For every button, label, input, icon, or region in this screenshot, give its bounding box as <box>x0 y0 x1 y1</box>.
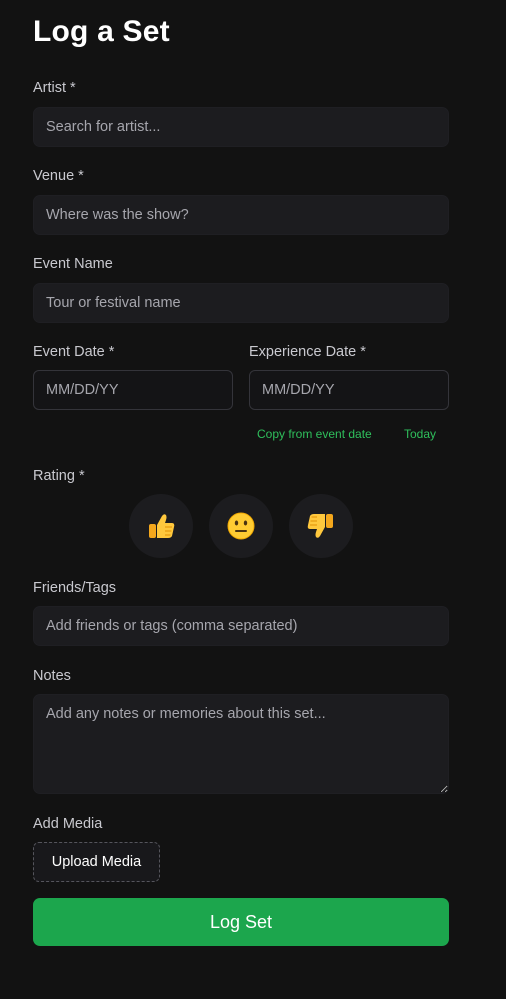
friends-tags-label: Friends/Tags <box>33 580 117 596</box>
event-name-label: Event Name <box>33 256 113 272</box>
thumbs-up-icon <box>149 514 175 538</box>
log-set-page: Log a Set Artist * Venue * Event Name Ev… <box>0 0 506 999</box>
friends-tags-input[interactable] <box>33 606 449 646</box>
venue-label: Venue * <box>33 168 84 184</box>
add-media-label: Add Media <box>33 816 103 832</box>
today-link[interactable]: Today <box>404 427 436 441</box>
rating-thumbs-down-button[interactable] <box>289 494 353 558</box>
event-name-input[interactable] <box>33 283 449 323</box>
event-date-input[interactable] <box>33 370 233 410</box>
experience-date-label: Experience Date * <box>249 344 366 360</box>
artist-search-input[interactable] <box>33 107 449 147</box>
event-date-label: Event Date * <box>33 344 115 360</box>
log-set-label: Log Set <box>209 911 273 932</box>
rating-neutral-button[interactable] <box>209 494 273 558</box>
page-title: Log a Set <box>33 15 170 48</box>
venue-input[interactable] <box>33 195 449 235</box>
upload-media-label: Upload Media <box>51 854 142 870</box>
thumbs-down-icon <box>307 514 333 538</box>
rating-label: Rating * <box>33 468 85 484</box>
experience-date-input[interactable] <box>249 370 449 410</box>
rating-thumbs-up-button[interactable] <box>129 494 193 558</box>
log-set-button[interactable]: Log Set <box>33 898 449 946</box>
notes-textarea[interactable] <box>33 694 449 794</box>
notes-label: Notes <box>33 668 71 684</box>
copy-from-event-date-link[interactable]: Copy from event date <box>257 427 372 441</box>
upload-media-button[interactable]: Upload Media <box>33 842 160 882</box>
neutral-face-icon <box>227 512 255 540</box>
artist-label: Artist * <box>33 80 76 96</box>
